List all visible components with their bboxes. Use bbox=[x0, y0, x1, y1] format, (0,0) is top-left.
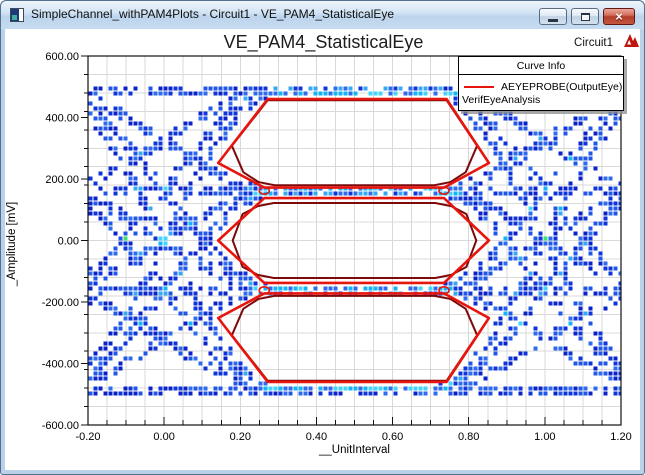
y-tick-labels: 600.00 400.00 200.00 0.00 -200.00 -400.00 -600… bbox=[42, 51, 79, 432]
svg-text:1.20: 1.20 bbox=[610, 431, 631, 443]
svg-text:0.80: 0.80 bbox=[458, 431, 479, 443]
svg-text:0.20: 0.20 bbox=[230, 431, 251, 443]
svg-text:0.00: 0.00 bbox=[58, 236, 79, 248]
x-axis-label: __UnitInterval bbox=[319, 444, 390, 456]
svg-text:-600.00: -600.00 bbox=[42, 420, 79, 432]
svg-text:-0.20: -0.20 bbox=[75, 431, 100, 443]
legend-title: Curve Info bbox=[459, 57, 623, 75]
svg-text:1.00: 1.00 bbox=[534, 431, 555, 443]
red-line-swatch bbox=[464, 85, 494, 89]
svg-text:0.60: 0.60 bbox=[382, 431, 403, 443]
svg-text:600.00: 600.00 bbox=[45, 51, 79, 63]
svg-text:200.00: 200.00 bbox=[45, 174, 79, 186]
app-window: SimpleChannel_withPAM4Plots - Circuit1 -… bbox=[0, 0, 645, 475]
x-tick-labels: -0.20 0.00 0.20 0.40 0.60 0.80 1.00 1.20 bbox=[75, 431, 631, 443]
svg-text:0.00: 0.00 bbox=[153, 431, 174, 443]
legend-entry-label: AEYEPROBE(OutputEye) bbox=[501, 81, 623, 93]
y-axis-label: _Amplitude [mV] bbox=[6, 201, 18, 287]
legend-entry: AEYEPROBE(OutputEye) bbox=[459, 75, 623, 93]
legend-box: Curve Info AEYEPROBE(OutputEye) VerifEye… bbox=[458, 56, 624, 111]
legend-entry-sublabel: VerifEyeAnalysis bbox=[462, 94, 541, 106]
svg-text:0.40: 0.40 bbox=[306, 431, 327, 443]
svg-text:400.00: 400.00 bbox=[45, 113, 79, 125]
svg-text:-200.00: -200.00 bbox=[42, 297, 79, 309]
svg-text:-400.00: -400.00 bbox=[42, 359, 79, 371]
